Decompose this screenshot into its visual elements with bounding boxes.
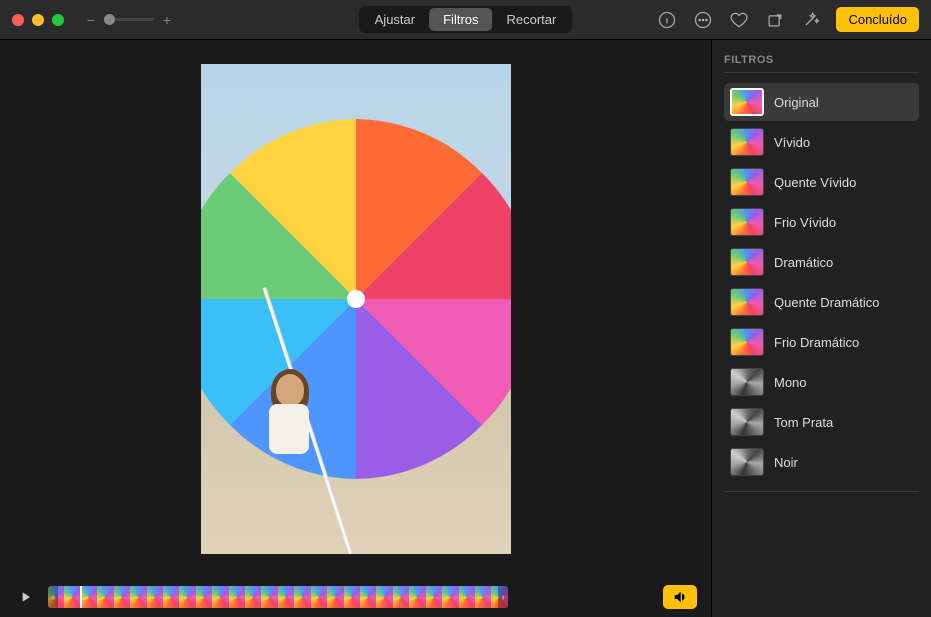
filter-label: Frio Vívido [774, 215, 836, 230]
timeline-frame [196, 586, 212, 608]
timeline-frame [114, 586, 130, 608]
timeline-frame [426, 586, 442, 608]
filter-thumb-icon [730, 168, 764, 196]
sidebar-divider [724, 491, 919, 492]
filter-item-noir[interactable]: Noir [724, 443, 919, 481]
filter-thumb-icon [730, 408, 764, 436]
close-window-button[interactable] [12, 14, 24, 26]
window-controls [12, 14, 64, 26]
canvas-area: ‹ › [0, 40, 711, 617]
filter-thumb-icon [730, 328, 764, 356]
filter-list: Original Vívido Quente Vívido Frio Vívido Dr… [724, 83, 919, 481]
filter-label: Dramático [774, 255, 833, 270]
filter-item-dramatic-warm[interactable]: Quente Dramático [724, 283, 919, 321]
filter-label: Frio Dramático [774, 335, 859, 350]
minimize-window-button[interactable] [32, 14, 44, 26]
filter-label: Noir [774, 455, 798, 470]
photo-viewport [0, 40, 711, 577]
filter-item-original[interactable]: Original [724, 83, 919, 121]
timeline-frame [360, 586, 376, 608]
timeline-frame [409, 586, 425, 608]
timeline-frame [475, 586, 491, 608]
filter-thumb-icon [730, 368, 764, 396]
zoom-in-icon[interactable]: + [160, 12, 174, 28]
done-button[interactable]: Concluído [836, 7, 919, 32]
filter-thumb-icon [730, 288, 764, 316]
trim-end-handle[interactable]: › [498, 586, 508, 608]
filter-item-vivid-warm[interactable]: Quente Vívido [724, 163, 919, 201]
filter-label: Tom Prata [774, 415, 833, 430]
timeline-frame [212, 586, 228, 608]
filter-thumb-icon [730, 128, 764, 156]
tab-crop[interactable]: Recortar [493, 8, 571, 31]
timeline-frame [64, 586, 80, 608]
trim-start-handle[interactable]: ‹ [48, 586, 58, 608]
filter-label: Original [774, 95, 819, 110]
timeline-frame [81, 586, 97, 608]
timeline-frame [393, 586, 409, 608]
zoom-slider[interactable] [104, 18, 154, 21]
fullscreen-window-button[interactable] [52, 14, 64, 26]
tab-filters[interactable]: Filtros [429, 8, 492, 31]
toolbar-right: Concluído [656, 7, 919, 32]
more-icon[interactable] [692, 9, 714, 31]
timeline-frame [229, 586, 245, 608]
edit-mode-tabs: Ajustar Filtros Recortar [359, 6, 573, 33]
timeline-frame [344, 586, 360, 608]
filter-item-silvertone[interactable]: Tom Prata [724, 403, 919, 441]
timeline-frame [311, 586, 327, 608]
volume-button[interactable] [663, 585, 697, 609]
timeline-frame [459, 586, 475, 608]
timeline-frame [245, 586, 261, 608]
zoom-controls: − + [84, 12, 174, 28]
filter-item-mono[interactable]: Mono [724, 363, 919, 401]
timeline-strip[interactable]: ‹ › [48, 586, 508, 608]
filter-thumb-icon [730, 88, 764, 116]
video-timeline: ‹ › [0, 577, 711, 617]
rotate-icon[interactable] [764, 9, 786, 31]
timeline-frame [97, 586, 113, 608]
filter-label: Vívido [774, 135, 810, 150]
filter-thumb-icon [730, 208, 764, 236]
main-area: ‹ › FILTROS OriginalVívidoQuente VívidoF… [0, 40, 931, 617]
timeline-frame [261, 586, 277, 608]
filters-sidebar: FILTROS Original Vívido Quente Vívido Frio … [711, 40, 931, 617]
heart-icon[interactable] [728, 9, 750, 31]
zoom-out-icon[interactable]: − [84, 12, 98, 28]
filter-label: Mono [774, 375, 807, 390]
timeline-frame [376, 586, 392, 608]
timeline-frame [327, 586, 343, 608]
play-button[interactable] [14, 585, 38, 609]
timeline-frame [130, 586, 146, 608]
filter-item-vivid-cool[interactable]: Frio Vívido [724, 203, 919, 241]
timeline-frame [442, 586, 458, 608]
filter-item-vivid[interactable]: Vívido [724, 123, 919, 161]
filter-item-dramatic[interactable]: Dramático [724, 243, 919, 281]
filter-label: Quente Vívido [774, 175, 856, 190]
tab-adjust[interactable]: Ajustar [361, 8, 429, 31]
sidebar-title: FILTROS [724, 54, 919, 73]
filter-label: Quente Dramático [774, 295, 880, 310]
filter-item-dramatic-cool[interactable]: Frio Dramático [724, 323, 919, 361]
filter-thumb-icon [730, 448, 764, 476]
person-graphic [261, 374, 321, 494]
wand-icon[interactable] [800, 9, 822, 31]
timeline-frame [278, 586, 294, 608]
timeline-frame [294, 586, 310, 608]
timeline-frame [147, 586, 163, 608]
timeline-frame [163, 586, 179, 608]
umbrella-graphic [201, 119, 511, 479]
timeline-frame [179, 586, 195, 608]
info-icon[interactable] [656, 9, 678, 31]
titlebar: − + Ajustar Filtros Recortar Concluído [0, 0, 931, 40]
photo-preview [201, 64, 511, 554]
filter-thumb-icon [730, 248, 764, 276]
zoom-slider-thumb[interactable] [104, 14, 115, 25]
playhead[interactable] [80, 586, 82, 608]
